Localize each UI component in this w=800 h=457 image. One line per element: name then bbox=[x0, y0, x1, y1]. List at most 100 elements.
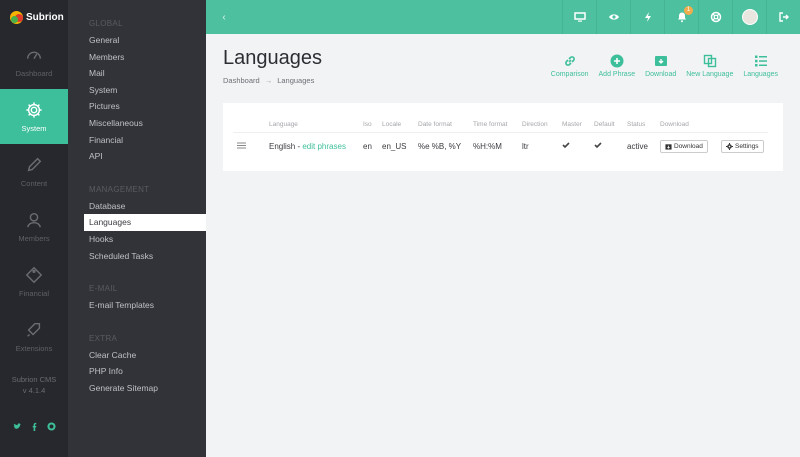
avatar bbox=[741, 9, 758, 25]
language-name: English bbox=[269, 141, 296, 151]
cell-locale: en_US bbox=[382, 141, 407, 151]
rail-label: Financial bbox=[18, 288, 49, 298]
breadcrumb-languages: Languages bbox=[277, 76, 315, 85]
quick-actions-button[interactable] bbox=[630, 0, 664, 34]
subnav-item-general[interactable]: General bbox=[68, 32, 206, 49]
subnav-item-clear-cache[interactable]: Clear Cache bbox=[68, 347, 206, 364]
subnav-item-scheduled-tasks[interactable]: Scheduled Tasks bbox=[68, 248, 206, 265]
breadcrumb-dashboard[interactable]: Dashboard bbox=[223, 76, 260, 85]
table-header-row: Language Iso Locale Date format Time for… bbox=[233, 117, 768, 133]
drag-handle[interactable] bbox=[233, 132, 265, 160]
subnav-item-members[interactable]: Members bbox=[68, 49, 206, 66]
subnav-item-languages[interactable]: Languages bbox=[84, 214, 206, 231]
table-row: English - edit phrases en en_US %e %B, %… bbox=[233, 132, 768, 160]
logo[interactable]: Subrion bbox=[0, 0, 68, 34]
speedometer-icon bbox=[26, 51, 42, 59]
cell-iso: en bbox=[363, 141, 372, 151]
page-actions: Comparison Add Phrase Download New Langu… bbox=[551, 54, 778, 78]
collapse-sidebar-button[interactable]: ‹ bbox=[206, 12, 242, 23]
rail-item-dashboard[interactable]: Dashboard bbox=[0, 34, 68, 89]
user-menu-button[interactable] bbox=[732, 0, 766, 34]
row-settings-button[interactable]: Settings bbox=[721, 139, 764, 153]
subnav-item-pictures[interactable]: Pictures bbox=[68, 98, 206, 115]
subnav-item-miscellaneous[interactable]: Miscellaneous bbox=[68, 115, 206, 132]
group-title-management: MANAGEMENT bbox=[89, 184, 150, 194]
subnav-item-generate-sitemap[interactable]: Generate Sitemap bbox=[68, 380, 206, 397]
rail-label: Content bbox=[20, 178, 48, 188]
tag-icon bbox=[25, 266, 43, 283]
preview-button[interactable] bbox=[596, 0, 630, 34]
gear-icon bbox=[26, 101, 42, 118]
rail-item-members[interactable]: Members bbox=[0, 199, 68, 254]
subnav-item-api[interactable]: API bbox=[68, 148, 206, 165]
notifications-button[interactable]: 1 bbox=[664, 0, 698, 34]
download-button[interactable]: Download bbox=[645, 54, 676, 78]
group-title-extra: EXTRA bbox=[89, 333, 118, 343]
header-master: Master bbox=[558, 117, 590, 133]
view-frontend-button[interactable] bbox=[562, 0, 596, 34]
github-icon[interactable] bbox=[46, 418, 56, 431]
new-language-button[interactable]: New Language bbox=[686, 54, 733, 78]
header-locale: Locale bbox=[378, 117, 414, 133]
cell-language: English - edit phrases bbox=[269, 141, 346, 151]
row-download-button[interactable]: Download bbox=[660, 139, 708, 153]
add-phrase-button[interactable]: Add Phrase bbox=[599, 54, 635, 78]
app-name: Subrion bbox=[26, 11, 64, 23]
support-button[interactable] bbox=[698, 0, 732, 34]
header-status: Status bbox=[623, 117, 656, 133]
monitor-icon bbox=[573, 12, 586, 22]
header-download: Download bbox=[656, 117, 717, 133]
subnav-item-mail[interactable]: Mail bbox=[68, 65, 206, 82]
twitter-icon[interactable] bbox=[13, 418, 22, 429]
settings-sidebar: GLOBAL General Members Mail System Pictu… bbox=[68, 0, 206, 457]
header-direction: Direction bbox=[518, 117, 558, 133]
social-links bbox=[0, 418, 68, 431]
top-bar: ‹ 1 bbox=[206, 0, 800, 34]
rail-item-extensions[interactable]: Extensions bbox=[0, 309, 68, 364]
header-actions bbox=[717, 117, 768, 133]
pencil-icon bbox=[27, 157, 42, 171]
logout-button[interactable] bbox=[766, 0, 800, 34]
cell-settings: Settings bbox=[717, 132, 768, 160]
header-time-format: Time format bbox=[469, 117, 518, 133]
rocket-icon bbox=[27, 322, 41, 337]
subnav-item-email-templates[interactable]: E-mail Templates bbox=[68, 297, 206, 314]
gear-icon bbox=[726, 142, 733, 150]
copy-icon bbox=[703, 54, 716, 68]
breadcrumb: Dashboard → Languages bbox=[223, 76, 314, 85]
page-title: Languages bbox=[223, 47, 322, 69]
plus-circle-icon bbox=[610, 54, 624, 68]
subnav-item-hooks[interactable]: Hooks bbox=[68, 231, 206, 248]
eye-icon bbox=[608, 14, 619, 20]
subnav-item-system[interactable]: System bbox=[68, 82, 206, 99]
languages-table: Language Iso Locale Date format Time for… bbox=[233, 117, 768, 160]
facebook-icon[interactable] bbox=[30, 418, 39, 431]
rail-label: Members bbox=[18, 233, 50, 243]
header-iso: Iso bbox=[359, 117, 378, 133]
rail-item-content[interactable]: Content bbox=[0, 144, 68, 199]
subnav-item-php-info[interactable]: PHP Info bbox=[68, 363, 206, 380]
subnav-item-database[interactable]: Database bbox=[68, 198, 206, 215]
cell-status: active bbox=[627, 141, 648, 151]
lifebuoy-icon bbox=[710, 11, 721, 23]
notification-count-badge: 1 bbox=[684, 6, 693, 15]
rail-item-system[interactable]: System bbox=[0, 89, 68, 144]
check-icon bbox=[594, 142, 602, 149]
cell-default bbox=[590, 132, 623, 160]
logout-icon bbox=[778, 12, 789, 22]
cell-download: Download bbox=[656, 132, 717, 160]
rail-item-financial[interactable]: Financial bbox=[0, 254, 68, 309]
cms-version: Subrion CMS v 4.1.4 bbox=[11, 375, 57, 395]
rail-label: System bbox=[21, 123, 47, 133]
cell-date-format: %e %B, %Y bbox=[418, 141, 462, 151]
subrion-logo-icon bbox=[10, 10, 23, 24]
comparison-button[interactable]: Comparison bbox=[551, 54, 589, 78]
header-date-format: Date format bbox=[414, 117, 469, 133]
header-language: Language bbox=[265, 117, 359, 133]
edit-phrases-link[interactable]: edit phrases bbox=[302, 142, 346, 151]
languages-list-button[interactable]: Languages bbox=[743, 54, 778, 78]
cell-time-format: %H:%M bbox=[473, 141, 502, 151]
group-title-email: E-MAIL bbox=[89, 284, 118, 294]
subnav-item-financial[interactable]: Financial bbox=[68, 132, 206, 149]
icon-rail: Subrion Dashboard System Content Members… bbox=[0, 0, 68, 457]
